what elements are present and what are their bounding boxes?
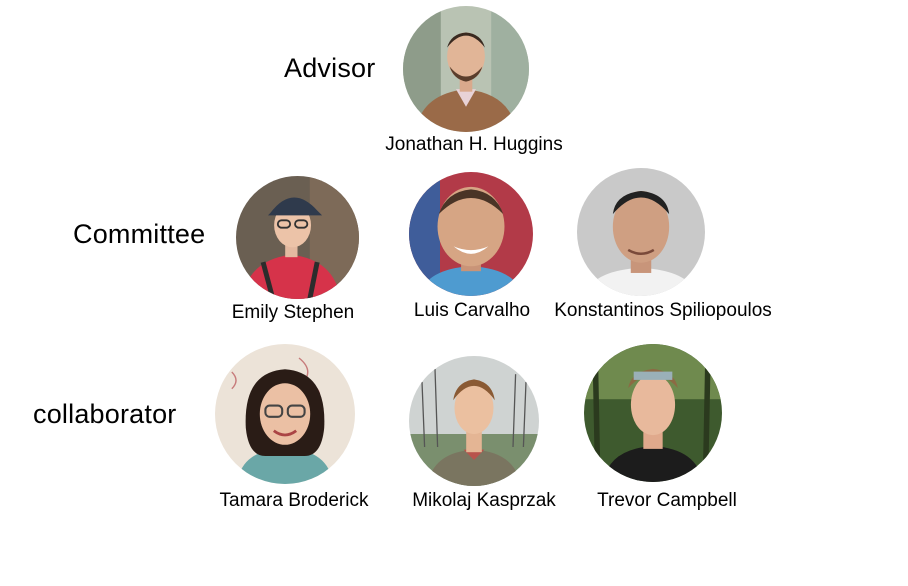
- avatar-trevor-campbell: [584, 344, 722, 482]
- avatar-jonathan-huggins: [403, 6, 529, 132]
- name-emily-stephen: Emily Stephen: [231, 302, 355, 323]
- name-trevor-campbell: Trevor Campbell: [597, 490, 737, 511]
- avatar-emily-stephen: [236, 176, 359, 299]
- avatar-konstantinos-spiliopoulos: [577, 168, 705, 296]
- role-label-committee: Committee: [73, 219, 206, 249]
- role-label-collaborator: collaborator: [33, 399, 177, 429]
- avatar-mikolaj-kasprzak: [409, 356, 539, 486]
- name-tamara-broderick: Tamara Broderick: [219, 490, 369, 511]
- role-label-advisor: Advisor: [284, 53, 376, 83]
- name-luis-carvalho: Luis Carvalho: [413, 300, 531, 321]
- avatar-tamara-broderick: [215, 344, 355, 484]
- name-konstantinos-spiliopoulos: Konstantinos Spiliopoulos: [554, 300, 772, 321]
- avatar-luis-carvalho: [409, 172, 533, 296]
- name-jonathan-huggins: Jonathan H. Huggins: [385, 134, 563, 155]
- name-mikolaj-kasprzak: Mikolaj Kasprzak: [412, 490, 556, 511]
